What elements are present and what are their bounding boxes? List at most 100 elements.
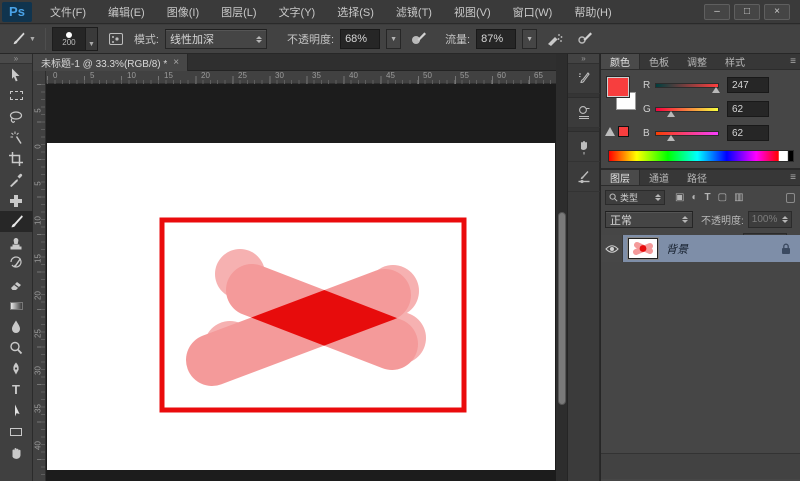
red-slider[interactable] [655,83,719,88]
ruler-tick-label: 25 [34,329,43,339]
green-slider[interactable] [655,107,719,112]
vertical-scrollbar[interactable] [556,54,568,481]
tool-type[interactable]: T [0,379,33,400]
pixel-filter-icon[interactable]: ▣ [675,192,684,203]
shape-filter-icon[interactable]: ▢ [718,192,727,203]
layer-name[interactable]: 背景 [666,241,688,257]
tool-rectangular-marquee[interactable] [0,85,33,106]
background-layer-row[interactable]: 背景 [601,235,800,262]
flow-dropdown-button[interactable]: ▼ [522,29,537,49]
tool-hand[interactable] [0,442,33,463]
ruler-tick-label: 5 [34,106,43,116]
pressure-size-button[interactable] [573,28,597,50]
tab-channels[interactable]: 通道 [640,170,678,185]
tool-path-selection[interactable] [0,400,33,421]
tool-blur[interactable] [0,316,33,337]
ruler-tick-label: 65 [534,71,543,80]
close-tab-icon[interactable]: × [173,57,179,68]
brush-presets-panel-button[interactable] [568,132,600,162]
ruler-tick-label: 10 [34,216,43,226]
brush-panel-button[interactable] [568,64,600,94]
menu-file[interactable]: 文件(F) [40,1,96,23]
close-button[interactable]: × [764,4,790,20]
document-tab[interactable]: 未标题-1 @ 33.3%(RGB/8) * × [33,54,188,71]
layer-filter-select[interactable]: 类型 [605,190,665,205]
menu-help[interactable]: 帮助(H) [564,1,621,23]
menu-edit[interactable]: 编辑(E) [98,1,155,23]
filter-toggle-icon[interactable] [786,193,795,203]
toolbox-collapse-icon[interactable]: » [0,54,32,64]
scrollbar-thumb[interactable] [558,212,566,405]
menu-image[interactable]: 图像(I) [157,1,209,23]
red-slider-thumb[interactable] [712,87,720,93]
tool-history-brush[interactable] [0,253,33,274]
gamut-warning[interactable] [605,126,629,137]
active-tool-button[interactable]: ▼ [6,29,39,49]
filter-icons: ▣ ◐ T ▢ ▥ [675,192,744,203]
tool-eraser[interactable] [0,274,33,295]
toggle-brush-panel-button[interactable] [104,28,128,50]
clone-source-panel-button[interactable] [568,98,600,128]
menu-select[interactable]: 选择(S) [327,1,384,23]
brush-tool-icon [8,214,24,230]
tab-paths[interactable]: 路径 [678,170,716,185]
layer-blend-mode-select[interactable]: 正常 [605,211,693,228]
tool-dodge[interactable] [0,337,33,358]
menu-type[interactable]: 文字(Y) [269,1,326,23]
tool-presets-panel-button[interactable] [568,162,600,192]
panel-menu-icon[interactable]: ≡ [790,172,796,183]
menu-filter[interactable]: 滤镜(T) [386,1,442,23]
smart-object-filter-icon[interactable]: ▥ [734,192,743,203]
red-value-input[interactable]: 247 [727,77,769,93]
foreground-color-swatch[interactable] [607,77,629,97]
airbrush-button[interactable] [543,28,567,50]
mode-label: 模式: [134,31,159,47]
brush-preset-picker[interactable]: 200 ▼ [52,27,98,51]
type-filter-icon[interactable]: T [705,192,711,203]
adjustment-filter-icon[interactable]: ◐ [691,192,697,203]
visibility-cell[interactable] [601,235,623,262]
blue-slider[interactable] [655,131,719,136]
blend-mode-select[interactable]: 线性加深 [165,29,267,49]
tool-brush[interactable] [0,211,33,232]
color-spectrum-ramp[interactable] [608,150,794,162]
flow-input[interactable]: 87% [476,29,516,49]
chevron-down-icon: ▼ [29,36,36,43]
blue-slider-thumb[interactable] [667,135,675,141]
minimize-button[interactable]: – [704,4,730,20]
layer-thumbnail[interactable] [628,238,658,259]
tool-lasso[interactable] [0,106,33,127]
ruler-tick-label: 15 [164,71,173,80]
layer-filter-row: 类型 ▣ ◐ T ▢ ▥ [601,189,800,206]
tool-magic-wand[interactable] [0,127,33,148]
panel-menu-icon[interactable]: ≡ [790,56,796,67]
menu-window[interactable]: 窗口(W) [503,1,563,23]
tab-layers[interactable]: 图层 [601,170,640,185]
tab-styles[interactable]: 样式 [716,54,754,69]
tool-eyedropper[interactable] [0,169,33,190]
tab-adjustments[interactable]: 调整 [678,54,716,69]
tool-healing-brush[interactable] [0,190,33,211]
green-slider-thumb[interactable] [667,111,675,117]
canvas[interactable] [47,143,555,470]
tool-pen[interactable] [0,358,33,379]
blue-value-input[interactable]: 62 [727,125,769,141]
layer-opacity-input[interactable]: 100% [748,211,792,228]
opacity-dropdown-button[interactable]: ▼ [386,29,401,49]
tool-gradient[interactable] [0,295,33,316]
tool-move[interactable] [0,64,33,85]
green-value-input[interactable]: 62 [727,101,769,117]
menu-view[interactable]: 视图(V) [444,1,501,23]
maximize-button[interactable]: □ [734,4,760,20]
dock-expand-icon[interactable]: » [568,54,599,64]
tab-color[interactable]: 颜色 [601,54,640,69]
tool-clone-stamp[interactable] [0,232,33,253]
tool-rectangle-shape[interactable] [0,421,33,442]
tab-swatches[interactable]: 色板 [640,54,678,69]
blend-mode-row: 正常 不透明度: 100% [601,210,800,229]
opacity-input[interactable]: 68% [340,29,380,49]
menu-layer[interactable]: 图层(L) [211,1,266,23]
pressure-opacity-button[interactable] [407,28,431,50]
lasso-tool-icon [8,109,24,125]
tool-crop[interactable] [0,148,33,169]
